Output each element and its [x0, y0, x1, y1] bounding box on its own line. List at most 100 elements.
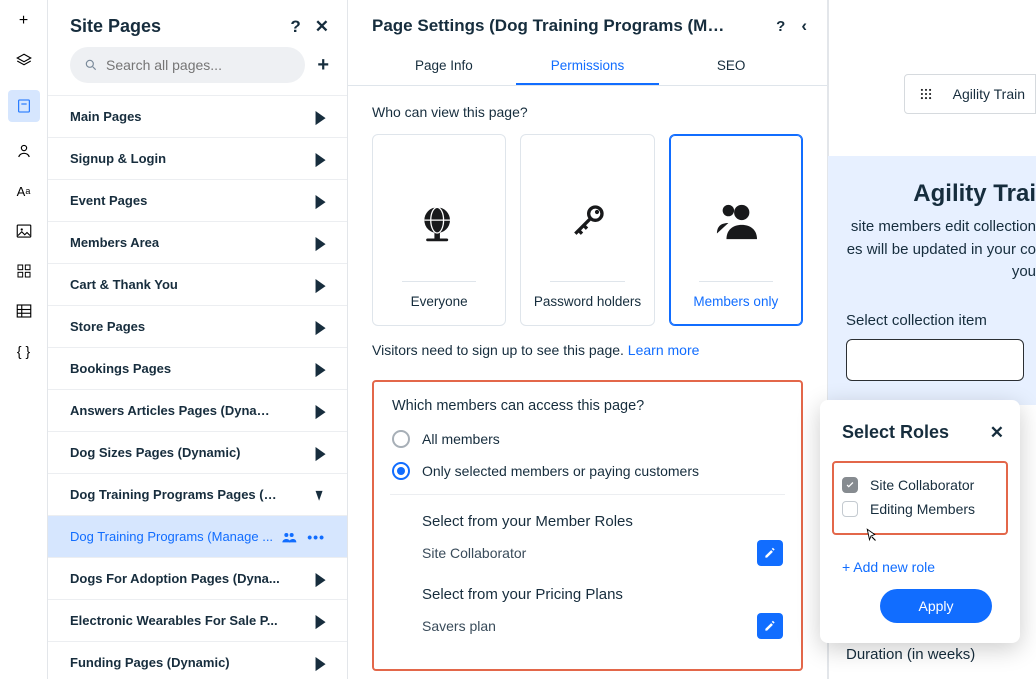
checkbox-icon [842, 501, 858, 517]
search-input[interactable] [106, 57, 291, 73]
chevron-right-icon: ▶ [316, 443, 325, 463]
chevron-right-icon: ▶ [316, 149, 325, 169]
apps-icon[interactable] [13, 260, 35, 282]
page-item-label: Dog Training Programs (Manage ... [70, 529, 273, 544]
member-roles-heading: Select from your Member Roles [422, 513, 783, 530]
page-item[interactable]: Dogs For Adoption Pages (Dyna...▶ [48, 558, 347, 600]
chevron-right-icon: ▶ [316, 401, 325, 421]
dataset-text: site members edit collection es will be … [846, 216, 1036, 284]
person-icon[interactable] [13, 140, 35, 162]
card-members-only[interactable]: Members only [669, 134, 803, 326]
page-item[interactable]: Funding Pages (Dynamic)▶ [48, 642, 347, 679]
panel-title: Site Pages [70, 16, 161, 37]
pricing-plans-heading: Select from your Pricing Plans [422, 586, 783, 603]
code-icon[interactable]: { } [13, 340, 35, 362]
pages-list: Main Pages▶ Signup & Login▶ Event Pages▶… [48, 95, 347, 679]
cursor-icon [862, 527, 880, 545]
page-item-open[interactable]: Dog Training Programs Pages (D...▼ [48, 474, 347, 516]
tab-page-info[interactable]: Page Info [372, 46, 516, 85]
page-item[interactable]: Electronic Wearables For Sale P...▶ [48, 600, 347, 642]
chevron-right-icon: ▶ [316, 233, 325, 253]
card-everyone[interactable]: Everyone [372, 134, 506, 326]
back-icon[interactable]: ‹ [801, 16, 807, 36]
help-icon[interactable]: ? [776, 18, 785, 35]
chevron-right-icon: ▶ [316, 275, 325, 295]
chevron-right-icon: ▶ [316, 653, 325, 673]
more-icon[interactable]: ••• [307, 529, 325, 545]
radio-icon-selected [392, 462, 410, 480]
members-icon [281, 530, 297, 544]
search-input-wrap[interactable] [70, 47, 305, 83]
page-item[interactable]: Members Area▶ [48, 222, 347, 264]
layers-icon[interactable] [13, 50, 35, 72]
page-item[interactable]: Answers Articles Pages (Dynamic)▶ [48, 390, 347, 432]
grid-dots-icon [919, 87, 933, 101]
chevron-right-icon: ▶ [316, 107, 325, 127]
select-item-input[interactable] [846, 339, 1024, 381]
page-item[interactable]: Event Pages▶ [48, 180, 347, 222]
add-page-button[interactable]: + [317, 54, 329, 77]
tab-seo[interactable]: SEO [659, 46, 803, 85]
help-icon[interactable]: ? [290, 17, 300, 37]
chevron-right-icon: ▶ [316, 611, 325, 631]
select-item-label: Select collection item [846, 312, 1036, 329]
radio-selected-members[interactable]: Only selected members or paying customer… [392, 462, 783, 480]
learn-more-link[interactable]: Learn more [628, 342, 700, 358]
dataset-heading: Agility Trai [846, 180, 1036, 208]
dataset-info-card: Agility Trai site members edit collectio… [828, 156, 1036, 405]
close-icon[interactable]: ✕ [315, 17, 329, 37]
tab-permissions[interactable]: Permissions [516, 46, 660, 85]
edit-plans-button[interactable] [757, 613, 783, 639]
pricing-plan-value: Savers plan [422, 618, 496, 634]
text-icon[interactable]: Aa [13, 180, 35, 202]
page-item[interactable]: Cart & Thank You▶ [48, 264, 347, 306]
page-item[interactable]: Main Pages▶ [48, 96, 347, 138]
left-tool-rail: + Aa { } [0, 0, 48, 679]
who-can-view-label: Who can view this page? [372, 104, 803, 120]
chevron-right-icon: ▶ [316, 359, 325, 379]
card-label: Everyone [411, 294, 468, 309]
database-icon[interactable] [13, 300, 35, 322]
member-role-value: Site Collaborator [422, 545, 526, 561]
page-item[interactable]: Dog Sizes Pages (Dynamic)▶ [48, 432, 347, 474]
breadcrumb-text: Agility Train [953, 86, 1025, 102]
add-icon[interactable]: + [13, 10, 35, 32]
pages-icon[interactable] [8, 90, 40, 122]
radio-icon [392, 430, 410, 448]
site-pages-panel: Site Pages ? ✕ + Main Pages▶ Signup & Lo… [48, 0, 348, 679]
radio-all-members[interactable]: All members [392, 430, 783, 448]
settings-title: Page Settings (Dog Training Programs (Ma… [372, 16, 732, 36]
add-new-role-link[interactable]: + Add new role [820, 545, 1020, 581]
key-icon [564, 199, 610, 245]
card-label: Members only [693, 294, 778, 309]
chevron-down-icon: ▼ [313, 485, 325, 505]
card-password[interactable]: Password holders [520, 134, 654, 326]
search-icon [84, 58, 98, 72]
member-access-section: Which members can access this page? All … [372, 380, 803, 671]
close-icon[interactable]: ✕ [990, 423, 1004, 443]
members-icon [713, 199, 759, 245]
image-icon[interactable] [13, 220, 35, 242]
chevron-right-icon: ▶ [316, 317, 325, 337]
which-members-label: Which members can access this page? [392, 398, 783, 414]
role-option-site-collaborator[interactable]: Site Collaborator [842, 473, 998, 497]
page-item-selected[interactable]: Dog Training Programs (Manage ... ••• [48, 516, 347, 558]
page-item[interactable]: Bookings Pages▶ [48, 348, 347, 390]
globe-icon [416, 199, 462, 245]
roles-options: Site Collaborator Editing Members [832, 461, 1008, 535]
page-settings-panel: Page Settings (Dog Training Programs (Ma… [348, 0, 828, 679]
apply-button[interactable]: Apply [880, 589, 992, 623]
roles-popup-title: Select Roles [842, 422, 949, 443]
page-item[interactable]: Signup & Login▶ [48, 138, 347, 180]
page-item[interactable]: Store Pages▶ [48, 306, 347, 348]
chevron-right-icon: ▶ [316, 569, 325, 589]
duration-label: Duration (in weeks) [846, 646, 975, 663]
chevron-right-icon: ▶ [316, 191, 325, 211]
select-roles-popup: Select Roles ✕ Site Collaborator Editing… [820, 400, 1020, 643]
role-option-editing-members[interactable]: Editing Members [842, 497, 998, 521]
card-label: Password holders [534, 294, 641, 309]
breadcrumb[interactable]: Agility Train [904, 74, 1036, 114]
edit-roles-button[interactable] [757, 540, 783, 566]
settings-tabs: Page Info Permissions SEO [348, 46, 827, 86]
checkbox-checked-icon [842, 477, 858, 493]
